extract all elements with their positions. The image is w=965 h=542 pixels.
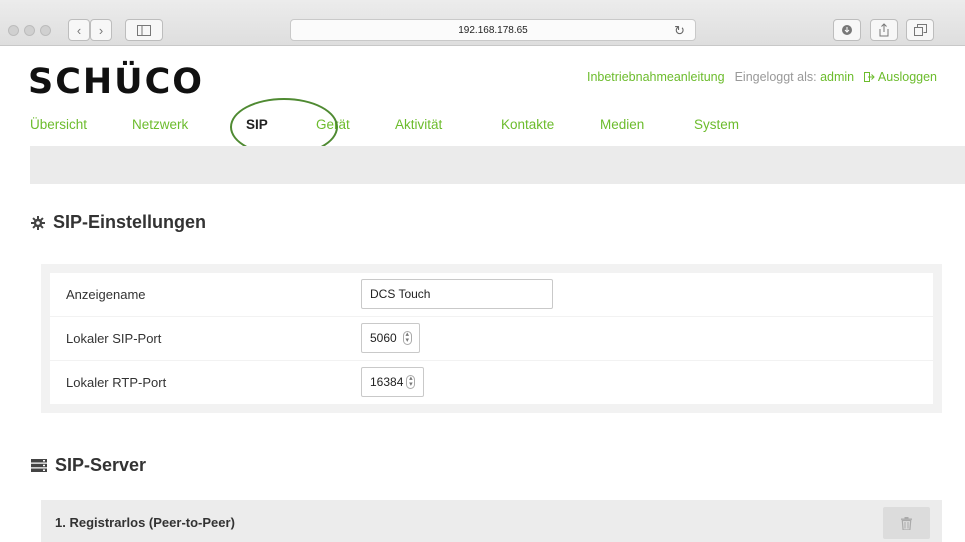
rtp-port-value: 16384 [370,375,404,389]
rtp-port-stepper[interactable]: 16384 ▴ ▾ [361,367,424,397]
nav-item-medien[interactable]: Medien [600,117,694,141]
rtp-port-label: Lokaler RTP-Port [66,375,167,390]
logout-link[interactable]: Ausloggen [864,70,937,84]
sip-server-title: SIP-Server [55,455,147,475]
display-name-label: Anzeigename [66,287,146,302]
download-icon [842,25,852,35]
share-icon [879,23,889,37]
sip-server-heading: SIP-Server [31,455,146,476]
logout-label: Ausloggen [877,70,937,84]
setting-row-rtp-port: Lokaler RTP-Port 16384 ▴ ▾ [50,361,933,404]
minimize-window-button[interactable] [24,25,35,36]
tabs-icon [913,24,927,36]
login-status-prefix: Eingeloggt als: [734,70,817,84]
main-nav: Übersicht Netzwerk SIP Gerät Aktivität K… [30,117,774,141]
display-name-input[interactable]: DCS Touch [361,279,553,309]
sidebar-icon [137,24,151,36]
server-icon [31,459,47,472]
logout-icon [864,72,875,82]
login-user: admin [820,70,855,84]
nav-item-uebersicht[interactable]: Übersicht [30,117,132,141]
delete-server-button[interactable] [883,507,930,539]
browser-toolbar: ‹ › 192.168.178.65 ↻ [0,0,965,46]
setting-row-sip-port: Lokaler SIP-Port 5060 ▴ ▾ [50,317,933,360]
stepper-arrows-icon[interactable]: ▴ ▾ [402,331,412,345]
gear-icon [31,215,45,230]
nav-item-system[interactable]: System [694,117,774,141]
share-button[interactable] [870,19,898,41]
url-text: 192.168.178.65 [458,24,528,36]
sip-server-entry[interactable]: 1. Registrarlos (Peer-to-Peer) [41,500,942,542]
reload-icon[interactable]: ↻ [674,23,685,39]
nav-item-aktivitaet[interactable]: Aktivität [395,117,501,141]
sidebar-toggle-button[interactable] [125,19,163,41]
close-window-button[interactable] [8,25,19,36]
nav-item-netzwerk[interactable]: Netzwerk [132,117,246,141]
stepper-arrows-icon[interactable]: ▴ ▾ [406,375,416,389]
setting-row-display-name: Anzeigename DCS Touch [50,273,933,316]
header-links: Inbetriebnahmeanleitung Eingeloggt als: … [587,70,937,84]
sip-port-label: Lokaler SIP-Port [66,331,162,346]
subnav-bar [30,146,965,184]
trash-icon [901,516,912,530]
zoom-window-button[interactable] [40,25,51,36]
nav-item-kontakte[interactable]: Kontakte [501,117,600,141]
forward-button[interactable]: › [90,19,112,41]
display-name-value: DCS Touch [370,287,431,301]
login-status: Eingeloggt als: admin [735,70,855,84]
sip-port-stepper[interactable]: 5060 ▴ ▾ [361,323,420,353]
tabs-button[interactable] [906,19,934,41]
sip-port-value: 5060 [370,331,397,345]
sip-server-entry-label: 1. Registrarlos (Peer-to-Peer) [55,515,235,530]
downloads-button[interactable] [833,19,861,41]
sip-settings-title: SIP-Einstellungen [53,212,207,232]
schueco-logo: SCHÜCO [28,62,205,102]
back-button[interactable]: ‹ [68,19,90,41]
sip-settings-heading: SIP-Einstellungen [31,212,206,233]
address-bar[interactable]: 192.168.178.65 ↻ [290,19,696,41]
setup-guide-link[interactable]: Inbetriebnahmeanleitung [587,70,725,84]
